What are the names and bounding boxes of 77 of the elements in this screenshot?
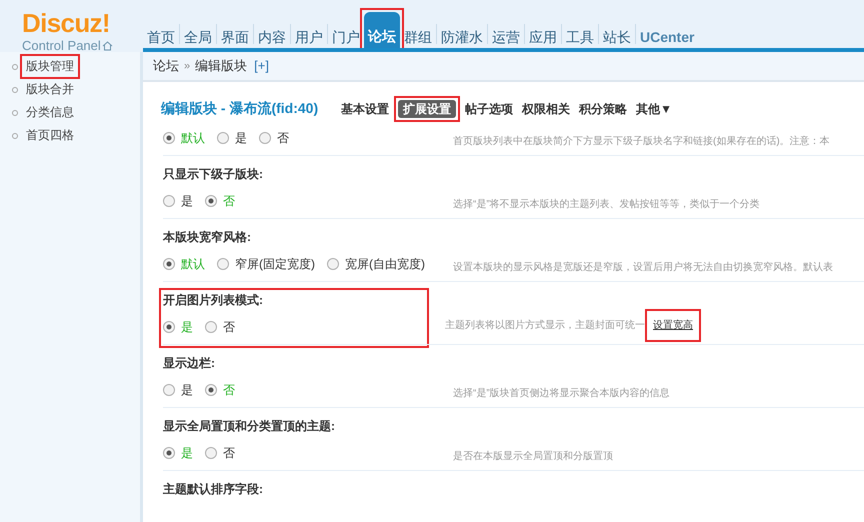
nav-tab[interactable]: 门户 xyxy=(328,20,364,48)
radio-button[interactable] xyxy=(163,258,175,270)
setting-title: 只显示下级子版块: xyxy=(163,166,264,182)
radio-button[interactable] xyxy=(163,132,175,144)
radio-label: 否 xyxy=(223,193,235,210)
sidebar-item[interactable]: 分类信息 xyxy=(24,104,76,121)
sidebar-item[interactable]: 版块合并 xyxy=(24,81,76,98)
setting-description: 选择“是”版块首页侧边将显示聚合本版内容的信息 xyxy=(453,386,670,401)
nav-tab[interactable]: 内容 xyxy=(254,20,290,48)
radio-label: 否 xyxy=(223,445,235,462)
radio-label: 是 xyxy=(235,130,247,147)
nav-tab[interactable]: 运营 xyxy=(488,20,524,48)
radio-label: 否 xyxy=(223,382,235,399)
radio-label: 默认 xyxy=(181,256,205,273)
setting-description: 选择“是”将不显示本版块的主题列表、发帖按钮等等，类似于一个分类 xyxy=(453,198,760,212)
radio-label: 是 xyxy=(181,193,193,210)
set-size-link[interactable]: 设置宽高 xyxy=(653,319,693,332)
radio-label: 否 xyxy=(223,319,235,336)
radio-button[interactable] xyxy=(205,447,217,459)
setting-title: 开启图片列表模式: xyxy=(163,292,264,308)
radio-button[interactable] xyxy=(205,321,217,333)
radio-button[interactable] xyxy=(163,447,175,459)
nav-tab[interactable]: 界面 xyxy=(217,20,253,48)
setting-description: 主题列表将以图片方式显示，主题封面可统一 xyxy=(445,318,645,333)
logo-subtitle: Control Panel xyxy=(22,37,101,55)
radio-label: 是 xyxy=(181,319,193,336)
bullet-icon xyxy=(12,110,18,116)
radio-button[interactable] xyxy=(163,321,175,333)
radio-label: 是 xyxy=(181,445,193,462)
bullet-icon xyxy=(12,64,18,70)
radio-label: 是 xyxy=(181,382,193,399)
home-icon xyxy=(102,40,113,51)
radio-button[interactable] xyxy=(163,384,175,396)
radio-label: 默认 xyxy=(181,130,205,147)
sidebar-item[interactable]: 版块管理 xyxy=(24,58,76,75)
settings-tab[interactable]: 基本设置 xyxy=(341,100,390,118)
radio-button[interactable] xyxy=(217,132,229,144)
nav-tab[interactable]: 全局 xyxy=(180,20,216,48)
radio-label: 宽屏(自由宽度) xyxy=(345,256,425,273)
nav-tab[interactable]: 防灌水 xyxy=(437,20,487,48)
nav-tab[interactable]: UCenter xyxy=(636,20,698,48)
radio-button[interactable] xyxy=(205,195,217,207)
nav-tab[interactable]: 应用 xyxy=(525,20,561,48)
settings-tab[interactable]: 积分策略 xyxy=(579,100,628,118)
setting-title: 主题默认排序字段: xyxy=(163,481,264,497)
settings-tab[interactable]: 权限相关 xyxy=(522,100,570,118)
setting-title: 显示边栏: xyxy=(163,355,216,371)
setting-description: 设置本版块的显示风格是宽版还是窄版，设置后用户将无法自由切换宽窄风格。默认表 xyxy=(453,260,833,275)
breadcrumb-item: 编辑版块 xyxy=(195,57,248,76)
bullet-icon xyxy=(12,132,18,138)
nav-tab[interactable]: 工具 xyxy=(562,20,598,48)
radio-button[interactable] xyxy=(327,258,339,270)
breadcrumb-separator: » xyxy=(184,58,190,74)
setting-title: 显示全局置顶和分类置顶的主题: xyxy=(163,418,336,434)
bullet-icon xyxy=(12,86,18,92)
settings-tab[interactable]: 其他▼ xyxy=(636,100,672,118)
radio-button[interactable] xyxy=(205,384,217,396)
page-title: 编辑版块 - 瀑布流(fid:40) xyxy=(161,99,318,118)
settings-tab[interactable]: 帖子选项 xyxy=(465,100,514,118)
radio-label: 否 xyxy=(277,130,289,147)
nav-tab[interactable]: 用户 xyxy=(291,20,327,48)
nav-tab[interactable]: 群组 xyxy=(400,20,436,48)
breadcrumb-item: 论坛 xyxy=(153,57,179,76)
radio-label: 窄屏(固定宽度) xyxy=(235,256,315,273)
radio-button[interactable] xyxy=(163,195,175,207)
setting-description: 首页版块列表中在版块简介下方显示下级子版块名字和链接(如果存在的话)。注意：本 xyxy=(453,134,830,149)
setting-title: 本版块宽窄风格: xyxy=(163,229,252,245)
discuz-logo: Discuz! xyxy=(22,10,110,36)
add-button[interactable]: [+] xyxy=(254,56,269,76)
settings-tab[interactable]: 扩展设置 xyxy=(398,100,456,118)
nav-tab[interactable]: 首页 xyxy=(143,20,179,48)
sidebar-item[interactable]: 首页四格 xyxy=(24,127,76,144)
nav-tab[interactable]: 论坛 xyxy=(364,12,400,48)
setting-description: 是否在本版显示全局置顶和分版置顶 xyxy=(453,450,613,464)
nav-tab[interactable]: 站长 xyxy=(599,20,635,48)
radio-button[interactable] xyxy=(217,258,229,270)
radio-button[interactable] xyxy=(259,132,271,144)
